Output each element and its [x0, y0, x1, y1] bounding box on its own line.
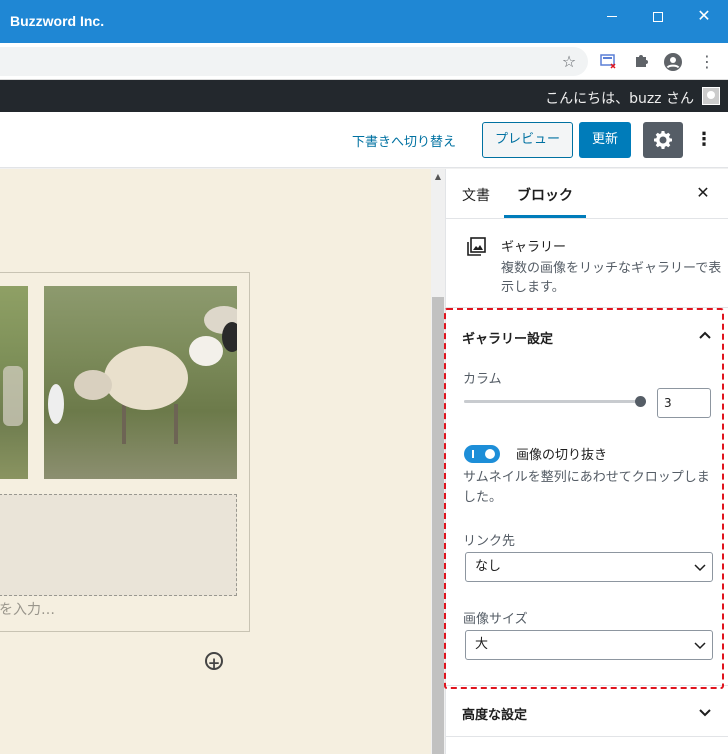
close-icon[interactable]: ✕ [694, 184, 712, 202]
image-size-label: 画像サイズ [463, 612, 528, 627]
caption-placeholder[interactable]: を入力… [0, 599, 55, 619]
chevron-down-icon [694, 564, 706, 572]
columns-label: カラム [463, 372, 502, 387]
user-greeting[interactable]: こんにちは、buzz さん [545, 88, 694, 108]
panel-divider [446, 685, 728, 686]
image-size-select[interactable]: 大 [465, 630, 713, 660]
window-titlebar: Buzzword Inc. ✕ [0, 0, 728, 43]
account-icon[interactable] [663, 52, 683, 72]
minimize-icon [607, 16, 617, 17]
active-tab-indicator [504, 215, 586, 218]
canvas-scrollbar[interactable]: ▲ [431, 169, 445, 754]
crop-images-toggle[interactable] [464, 445, 500, 463]
tab-document[interactable]: 文書 [462, 185, 490, 205]
chevron-down-icon [694, 642, 706, 650]
settings-button[interactable] [643, 122, 683, 158]
columns-slider-fill [464, 400, 640, 403]
gallery-settings-panel: ギャラリー設定 カラム 3 画像の切り抜き サムネイルを整列にあわせてクロップし… [446, 309, 728, 689]
gallery-block[interactable]: を入力… [0, 272, 250, 632]
admin-bar: こんにちは、buzz さん [0, 80, 728, 112]
block-title: ギャラリー [501, 240, 567, 255]
advanced-settings-toggle[interactable]: 高度な設定 [462, 704, 527, 723]
columns-number-input[interactable]: 3 [657, 388, 711, 418]
address-bar[interactable] [0, 47, 588, 76]
switch-to-draft-button[interactable]: 下書きへ切り替え [352, 131, 456, 150]
image-size-value: 大 [475, 637, 489, 652]
panel-divider [446, 736, 728, 737]
link-to-value: なし [475, 559, 502, 574]
add-block-button[interactable]: + [205, 652, 223, 672]
avatar[interactable] [702, 87, 720, 105]
scroll-thumb[interactable] [432, 297, 444, 754]
link-to-select[interactable]: なし [465, 552, 713, 582]
block-description: 複数の画像をリッチなギャラリーで表示します。 [501, 261, 722, 295]
gear-icon [654, 131, 672, 149]
minimize-button[interactable] [598, 6, 626, 26]
maximize-icon [653, 11, 663, 22]
chevron-down-icon[interactable] [696, 703, 714, 721]
extension-icon[interactable] [598, 52, 618, 72]
crop-images-help: サムネイルを整列にあわせてクロップしました。 [463, 470, 710, 505]
editor-canvas[interactable]: を入力… + [0, 169, 431, 754]
gallery-upload-area[interactable] [0, 494, 237, 596]
browser-toolbar: ☆ ⋮ [0, 43, 728, 80]
puzzle-icon[interactable] [631, 52, 651, 72]
crop-images-label[interactable]: 画像の切り抜き [516, 444, 607, 463]
gallery-image-1[interactable] [0, 286, 28, 479]
block-card: ギャラリー 複数の画像をリッチなギャラリーで表示します。 [446, 220, 728, 308]
gallery-image-2[interactable] [44, 286, 237, 479]
chevron-up-icon[interactable] [696, 327, 714, 345]
link-to-label: リンク先 [463, 534, 516, 549]
tab-block[interactable]: ブロック [517, 185, 573, 205]
columns-slider-handle[interactable] [635, 396, 646, 407]
preview-button[interactable]: プレビュー [482, 122, 573, 158]
maximize-button[interactable] [644, 6, 672, 26]
window-title: Buzzword Inc. [10, 13, 105, 29]
scroll-up-icon[interactable]: ▲ [433, 172, 443, 182]
kebab-menu-icon[interactable]: ⋮ [697, 52, 717, 72]
gallery-icon [467, 237, 486, 256]
close-window-button[interactable]: ✕ [690, 6, 718, 26]
columns-slider[interactable] [464, 396, 646, 407]
editor-header: 下書きへ切り替え プレビュー 更新 ⋮ [0, 112, 728, 168]
sidebar-tabs: 文書 ブロック ✕ [446, 169, 728, 219]
settings-sidebar: 文書 ブロック ✕ ギャラリー 複数の画像をリッチなギャラリーで表示します。 ギ… [445, 169, 728, 754]
star-icon[interactable]: ☆ [559, 52, 579, 72]
gallery-settings-toggle[interactable]: ギャラリー設定 [462, 328, 553, 347]
update-button[interactable]: 更新 [579, 122, 631, 158]
more-options-button[interactable]: ⋮ [695, 129, 713, 151]
